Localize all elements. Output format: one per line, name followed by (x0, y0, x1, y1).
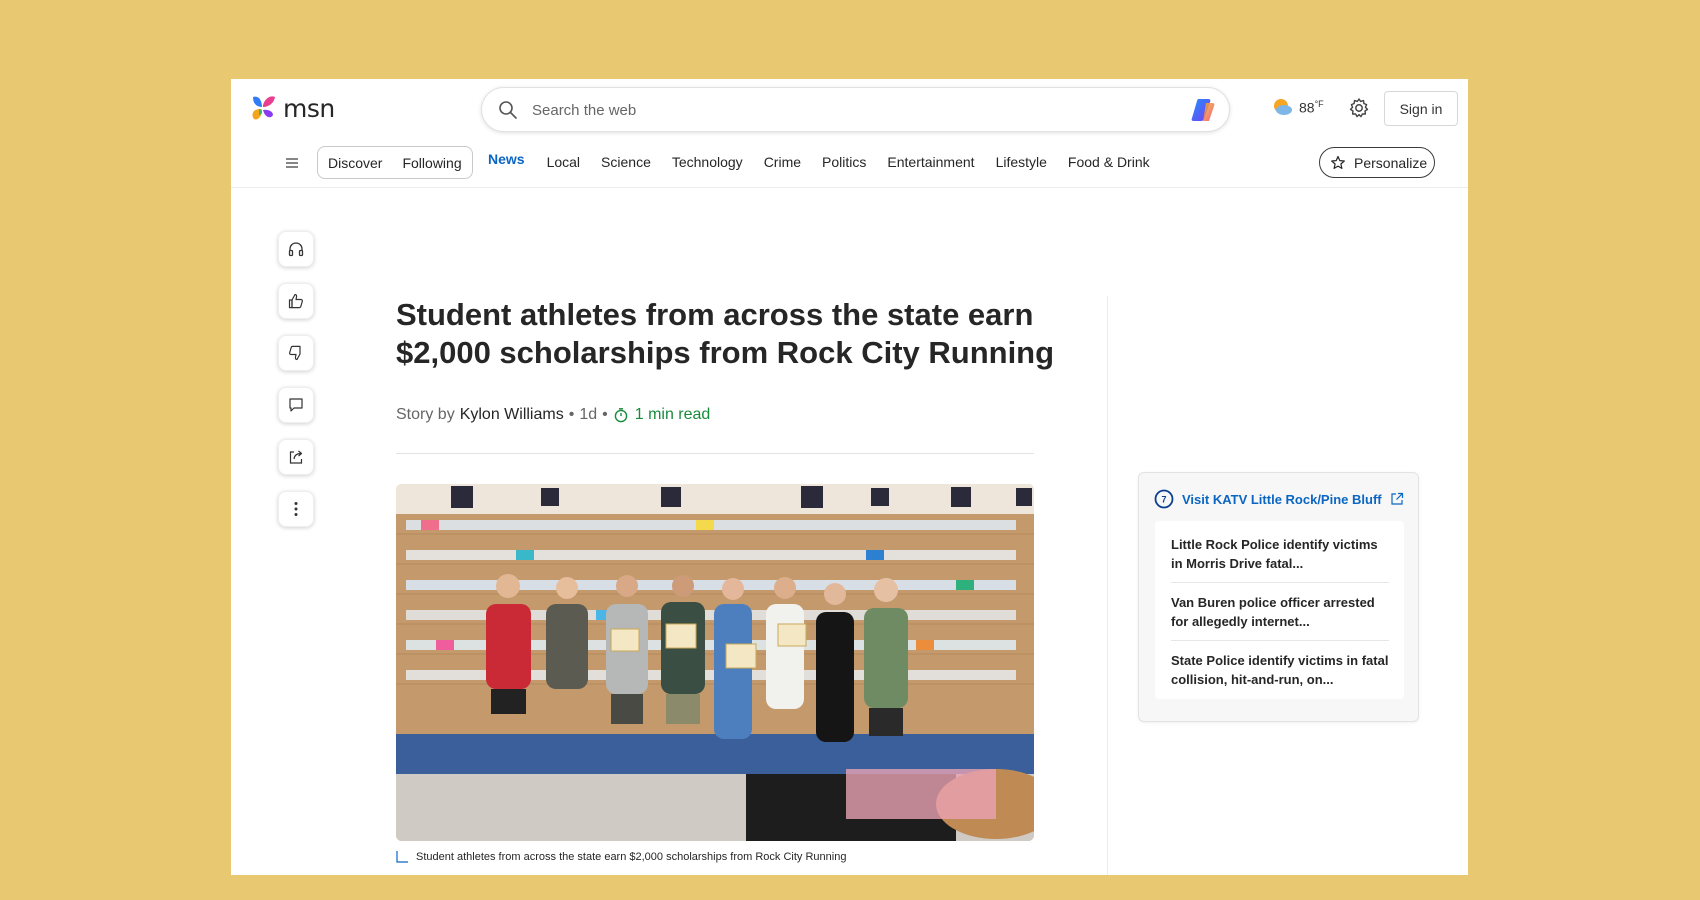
msn-logo[interactable]: msn (249, 93, 335, 123)
nav-links: News Local Science Technology Crime Poli… (488, 150, 1171, 171)
publish-age: 1d (579, 406, 598, 423)
copilot-icon[interactable] (1189, 97, 1217, 123)
thumbs-down-icon (289, 345, 301, 361)
story-by-label: Story by (396, 406, 455, 423)
partly-sunny-icon (1274, 99, 1292, 115)
katv-logo-icon: 7 (1154, 489, 1174, 509)
gear-icon[interactable] (1348, 97, 1370, 119)
external-link-icon (1391, 492, 1403, 505)
headline-item[interactable]: Little Rock Police identify victims in M… (1171, 535, 1389, 573)
sign-in-button[interactable]: Sign in (1384, 91, 1458, 126)
byline-separator: • (602, 406, 608, 423)
headline-item[interactable]: State Police identify victims in fatal c… (1171, 651, 1389, 689)
headphones-icon (288, 242, 304, 257)
stopwatch-icon (614, 408, 628, 423)
article-photo[interactable] (396, 484, 1034, 841)
article-byline: Story by Kylon Williams • 1d • 1 min rea… (396, 406, 710, 424)
share-icon (289, 450, 303, 464)
more-icon (294, 502, 298, 516)
headline-item[interactable]: Van Buren police officer arrested for al… (1171, 593, 1389, 631)
list-separator (1171, 582, 1389, 583)
comment-icon (289, 398, 303, 412)
caption-corner-icon (396, 851, 408, 863)
publisher-link[interactable]: 7 Visit KATV Little Rock/Pine Bluff (1154, 489, 1404, 509)
share-button[interactable] (278, 439, 314, 475)
comment-button[interactable] (278, 387, 314, 423)
column-divider (1107, 296, 1108, 875)
brand-name: msn (283, 93, 335, 123)
nav-link-lifestyle[interactable]: Lifestyle (996, 153, 1047, 171)
personalize-button[interactable]: Personalize (1319, 147, 1435, 178)
publisher-card: 7 Visit KATV Little Rock/Pine Bluff Litt… (1138, 472, 1419, 722)
more-options-button[interactable] (278, 491, 314, 527)
weather-widget[interactable]: 88°F (1271, 96, 1324, 118)
byline-separator: • (568, 406, 575, 423)
article-headline: Student athletes from across the state e… (396, 297, 1055, 370)
nav-link-science[interactable]: Science (601, 153, 651, 171)
tab-following[interactable]: Following (392, 155, 471, 171)
nav-link-food-drink[interactable]: Food & Drink (1068, 153, 1150, 171)
nav-link-entertainment[interactable]: Entertainment (887, 153, 974, 171)
dislike-button[interactable] (278, 335, 314, 371)
publisher-title: Visit KATV Little Rock/Pine Bluff (1182, 491, 1382, 507)
star-sparkle-icon (1331, 155, 1345, 169)
search-icon (499, 101, 517, 119)
nav-link-crime[interactable]: Crime (764, 153, 801, 171)
browser-window: msn Search the web 88°F Sign in Discover… (231, 79, 1468, 875)
personalize-label: Personalize (1354, 154, 1428, 171)
hamburger-menu-icon[interactable] (285, 157, 299, 169)
nav-link-local[interactable]: Local (547, 153, 580, 171)
byline-divider (396, 453, 1034, 454)
store-group-photo (396, 484, 1034, 841)
publisher-headlines: Little Rock Police identify victims in M… (1155, 521, 1404, 699)
like-button[interactable] (278, 283, 314, 319)
feed-toggle: Discover Following (317, 146, 473, 179)
listen-button[interactable] (278, 231, 314, 267)
search-box[interactable] (481, 87, 1230, 132)
list-separator (1171, 640, 1389, 641)
nav-link-politics[interactable]: Politics (822, 153, 866, 171)
search-input[interactable] (532, 97, 1132, 123)
weather-temperature: 88°F (1299, 98, 1324, 116)
photo-caption: Student athletes from across the state e… (396, 851, 846, 863)
category-nav: Discover Following News Local Science Te… (231, 138, 1468, 188)
svg-text:7: 7 (1161, 495, 1166, 505)
action-rail (278, 231, 314, 543)
top-bar: msn Search the web 88°F Sign in (231, 79, 1468, 138)
thumbs-up-icon (288, 293, 303, 309)
read-time: 1 min read (613, 406, 711, 424)
read-time-label: 1 min read (634, 406, 711, 423)
author-name[interactable]: Kylon Williams (460, 406, 564, 424)
msn-butterfly-icon (252, 96, 275, 120)
nav-link-news[interactable]: News (488, 150, 525, 168)
tab-discover[interactable]: Discover (318, 155, 392, 171)
nav-link-technology[interactable]: Technology (672, 153, 743, 171)
caption-text: Student athletes from across the state e… (416, 851, 847, 863)
